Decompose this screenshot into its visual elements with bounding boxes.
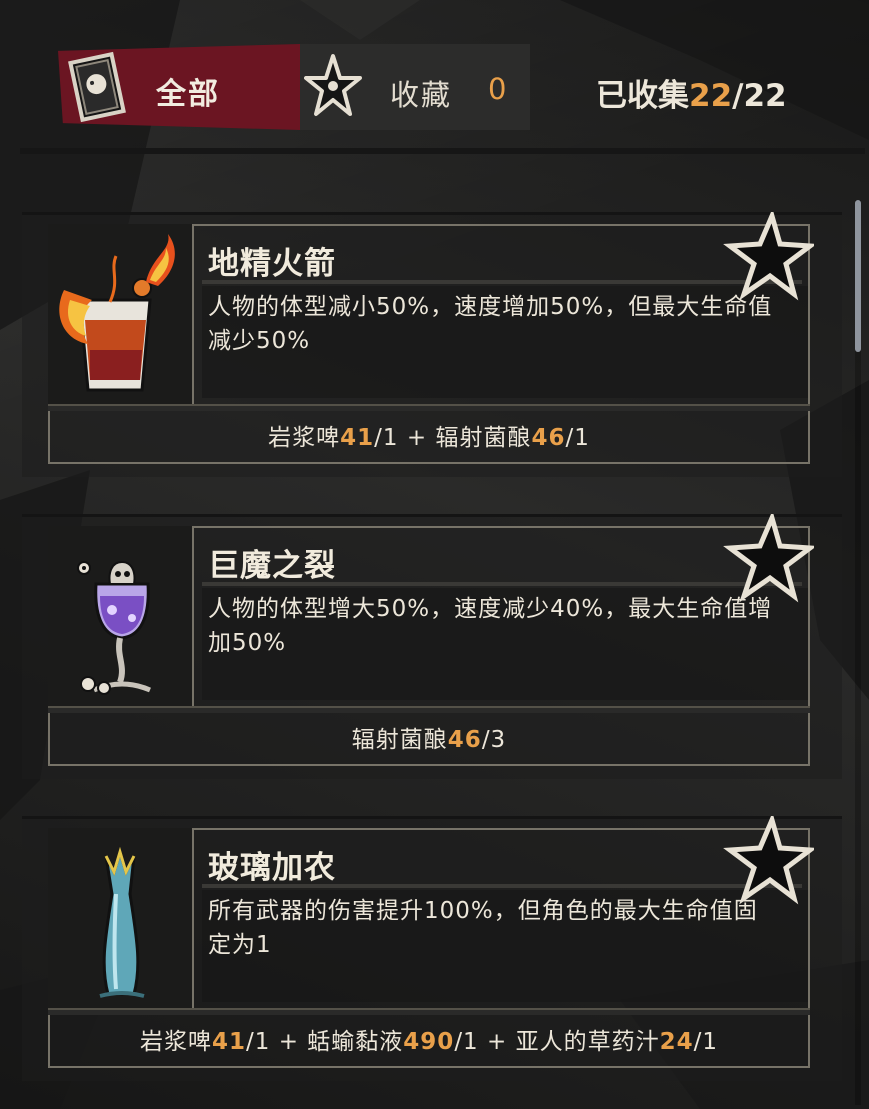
card-title: 地精火箭 [208,246,336,282]
star-outline-icon [304,54,362,116]
ingredient-need: /1 [374,425,399,451]
ingredient-name: 辐射菌酿 [351,727,448,753]
collected-count: 22 [689,78,733,114]
ingredient-owned: 41 [211,1029,246,1055]
ingredient-owned: 24 [659,1029,694,1055]
card-portrait-icon [68,51,126,123]
card-title: 玻璃加农 [208,850,336,886]
plus-sign: + [278,1029,299,1055]
ingredient-owned: 46 [447,727,482,753]
recipe-card[interactable]: 地精火箭 人物的体型减小50%，速度增加50%，但最大生命值减少50% 岩浆啤4… [22,212,842,477]
collected-label: 已收集 [596,78,689,114]
card-title: 巨魔之裂 [208,548,336,584]
plus-sign: + [406,425,428,451]
recipe-ingredients: 岩浆啤41/1 + 辐射菌酿46/1 [48,418,810,452]
plus-sign: + [487,1029,508,1055]
fire-cocktail-icon [59,234,175,392]
collected-separator: / [732,78,744,114]
ingredient-owned: 41 [340,425,375,451]
recipe-ingredients: 岩浆啤41/1 + 蛞蝓黏液490/1 + 亚人的草药汁24/1 [48,1022,810,1056]
card-separator [48,1008,810,1015]
tab-favorites[interactable]: 收藏 0 [300,44,530,130]
glass-vase-icon [99,846,145,998]
favorite-star-icon[interactable] [722,212,814,304]
collected-total: 22 [743,78,787,114]
ingredient-owned: 490 [403,1029,455,1055]
ingredient-need: /1 [454,1029,479,1055]
recipe-ingredients: 辐射菌酿46/3 [48,720,810,754]
card-separator [48,706,810,713]
ingredient-name: 亚人的草药汁 [515,1029,660,1055]
card-description: 人物的体型增大50%，速度减少40%，最大生命值增加50% [208,596,773,656]
tab-all-label: 全部 [156,77,220,112]
favorite-star-icon[interactable] [722,816,814,908]
ingredient-need: /1 [565,425,590,451]
recipe-card[interactable]: 巨魔之裂 人物的体型增大50%，速度减少40%，最大生命值增加50% 辐射菌酿4… [22,514,842,779]
title-underline [202,280,802,284]
card-description: 所有武器的伤害提升100%，但角色的最大生命值固定为1 [208,898,758,958]
ingredient-owned: 46 [531,425,566,451]
ingredient-need: /1 [246,1029,271,1055]
tab-all[interactable]: 全部 [58,44,300,130]
favorite-star-icon[interactable] [722,514,814,606]
ingredient-name: 岩浆啤 [268,425,341,451]
tab-favorites-label: 收藏 [390,78,453,112]
ingredient-name: 岩浆啤 [139,1029,212,1055]
ingredient-name: 蛞蝓黏液 [307,1029,404,1055]
ingredient-need: /1 [693,1029,719,1055]
card-separator [48,404,810,411]
ingredient-name: 辐射菌酿 [435,425,532,451]
header-divider [20,148,865,154]
ingredient-need: /3 [481,727,507,753]
recipe-card[interactable]: 玻璃加农 所有武器的伤害提升100%，但角色的最大生命值固定为1 岩浆啤41/1… [22,816,842,1081]
scrollbar-thumb[interactable] [855,200,861,352]
purple-goblet-icon [77,560,151,695]
card-description: 人物的体型减小50%，速度增加50%，但最大生命值减少50% [208,294,773,354]
title-underline [202,884,802,888]
collected-counter: 已收集22/22 [596,70,787,115]
favorites-count: 0 [488,72,507,106]
title-underline [202,582,802,586]
